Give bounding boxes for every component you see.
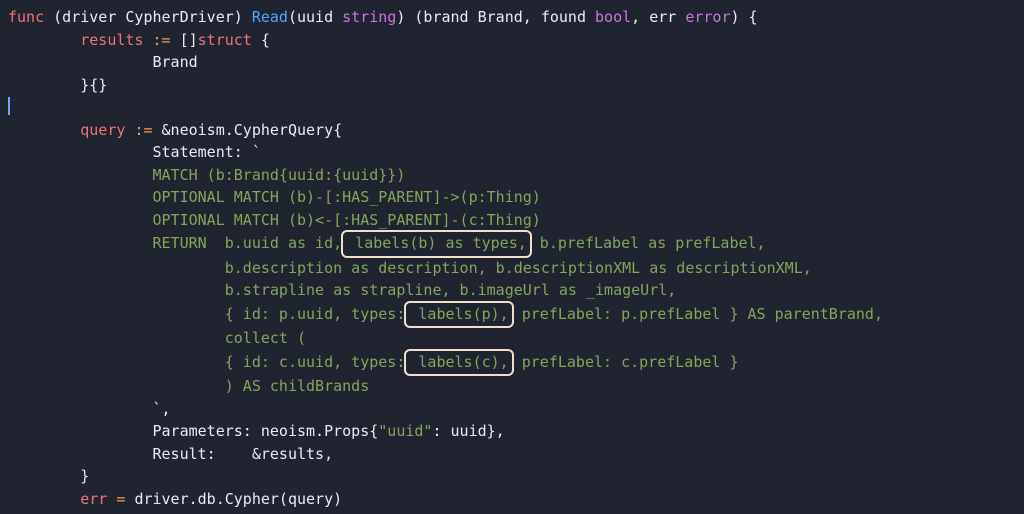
keyword-func: func <box>8 8 44 26</box>
highlight-box-labels-c: labels(c), <box>404 349 513 377</box>
code-editor[interactable]: func (driver CypherDriver) Read(uuid str… <box>0 0 1024 514</box>
highlight-box-labels-b: labels(b) as types, <box>341 230 532 258</box>
receiver: (driver CypherDriver) <box>53 8 243 26</box>
current-line-highlight <box>0 96 1024 119</box>
highlight-box-labels-p: labels(p), <box>404 301 513 329</box>
text-cursor <box>8 97 10 115</box>
function-name: Read <box>252 8 288 26</box>
